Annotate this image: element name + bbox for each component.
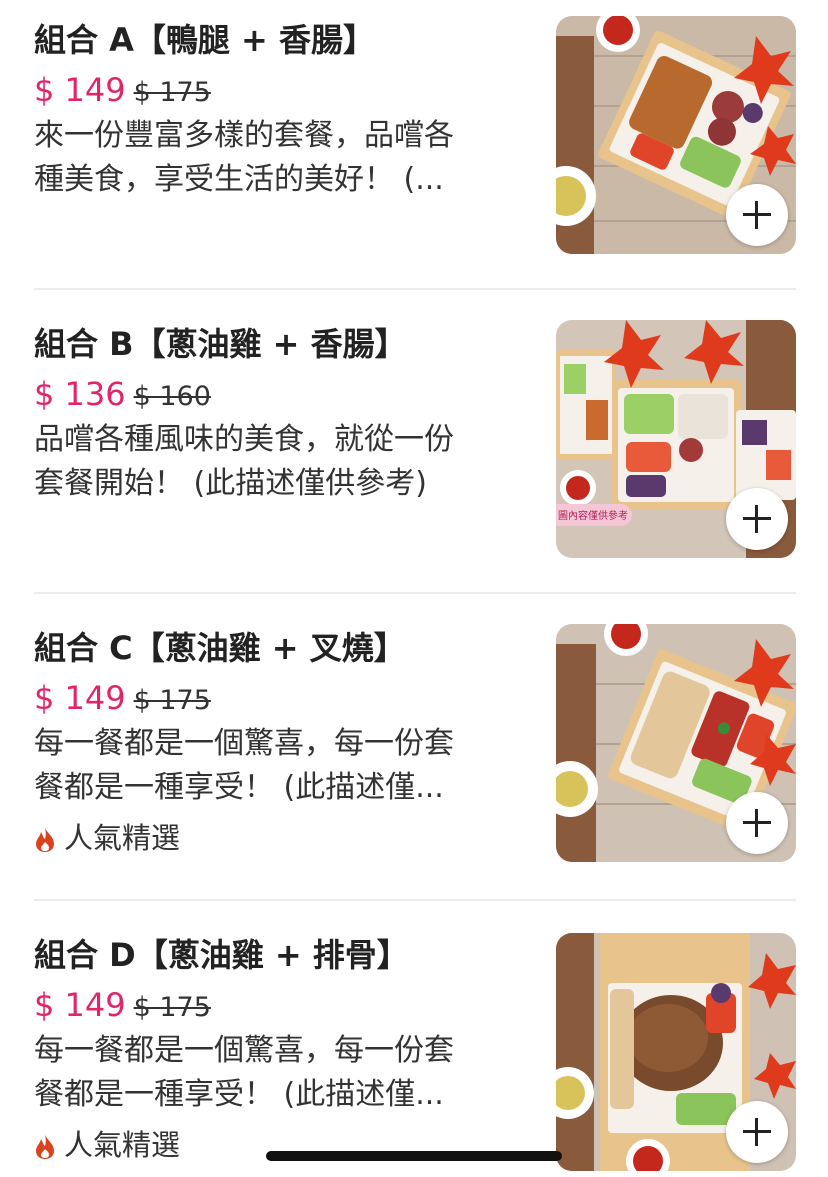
original-price: $ 160 — [133, 381, 211, 412]
description-line: 餐都是一種享受！ (此描述僅... — [34, 1077, 444, 1112]
original-price: $ 175 — [133, 685, 211, 716]
item-description: 品嚐各種風味的美食，就從一份 套餐開始！ (此描述僅供參考) — [34, 418, 534, 506]
sale-price: $ 149 — [34, 986, 126, 1024]
sale-price: $ 149 — [34, 679, 126, 717]
divider — [34, 288, 796, 290]
price-row: $ 149 $ 175 — [34, 983, 534, 1027]
price-row: $ 149 $ 175 — [34, 68, 534, 112]
menu-item-text: 組合 B【蔥油雞 + 香腸】 $ 136 $ 160 品嚐各種風味的美食，就從一份… — [34, 322, 534, 506]
item-description: 每一餐都是一個驚喜，每一份套 餐都是一種享受！ (此描述僅... — [34, 1029, 534, 1117]
item-title: 組合 A【鴨腿 + 香腸】 — [34, 21, 376, 59]
item-description: 來一份豐富多樣的套餐，品嚐各 種美食，享受生活的美好！ (... — [34, 114, 534, 202]
description-line: 種美食，享受生活的美好！ (... — [34, 162, 444, 197]
original-price: $ 175 — [133, 992, 211, 1023]
flame-icon — [36, 1135, 54, 1159]
item-description: 每一餐都是一個驚喜，每一份套 餐都是一種享受！ (此描述僅... — [34, 722, 534, 810]
divider — [34, 592, 796, 594]
item-photo[interactable] — [556, 16, 796, 254]
divider — [34, 899, 796, 901]
description-line: 每一餐都是一個驚喜，每一份套 — [34, 726, 454, 761]
add-to-cart-button[interactable] — [726, 1101, 788, 1163]
description-line: 品嚐各種風味的美食，就從一份 — [34, 422, 454, 457]
badge-label: 人氣精選 — [64, 821, 181, 855]
item-title: 組合 D【蔥油雞 + 排骨】 — [34, 936, 409, 974]
sale-price: $ 136 — [34, 375, 126, 413]
price-row: $ 136 $ 160 — [34, 372, 534, 416]
menu-item-text: 組合 A【鴨腿 + 香腸】 $ 149 $ 175 來一份豐富多樣的套餐，品嚐各 … — [34, 18, 534, 202]
original-price: $ 175 — [133, 77, 211, 108]
menu-item-text: 組合 D【蔥油雞 + 排骨】 $ 149 $ 175 每一餐都是一個驚喜，每一份套… — [34, 933, 534, 1163]
description-line: 套餐開始！ (此描述僅供參考) — [34, 466, 427, 501]
price-row: $ 149 $ 175 — [34, 676, 534, 720]
popular-badge: 人氣精選 — [34, 820, 534, 856]
item-title: 組合 C【蔥油雞 + 叉燒】 — [34, 629, 406, 667]
add-to-cart-button[interactable] — [726, 184, 788, 246]
description-line: 餐都是一種享受！ (此描述僅... — [34, 770, 444, 805]
item-photo[interactable] — [556, 933, 796, 1171]
item-photo[interactable] — [556, 624, 796, 862]
add-to-cart-button[interactable] — [726, 792, 788, 854]
item-photo[interactable]: 圖內容僅供參考 — [556, 320, 796, 558]
add-to-cart-button[interactable] — [726, 488, 788, 550]
badge-label: 人氣精選 — [64, 1128, 181, 1162]
flame-icon — [36, 828, 54, 852]
description-line: 來一份豐富多樣的套餐，品嚐各 — [34, 118, 454, 153]
home-indicator[interactable] — [266, 1151, 562, 1161]
sale-price: $ 149 — [34, 71, 126, 109]
item-title: 組合 B【蔥油雞 + 香腸】 — [34, 325, 407, 363]
photo-caption: 圖內容僅供參考 — [558, 509, 628, 522]
menu-item-text: 組合 C【蔥油雞 + 叉燒】 $ 149 $ 175 每一餐都是一個驚喜，每一份套… — [34, 626, 534, 856]
description-line: 每一餐都是一個驚喜，每一份套 — [34, 1033, 454, 1068]
